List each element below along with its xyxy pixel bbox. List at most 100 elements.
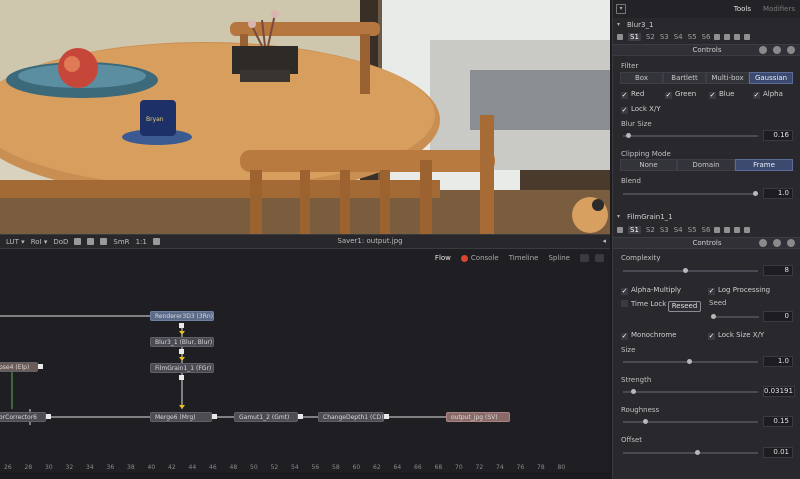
reseed-button[interactable]: Reseed: [668, 301, 701, 312]
gear-icon[interactable]: [773, 46, 781, 54]
size-slider[interactable]: [623, 359, 758, 364]
version-tab[interactable]: S4: [674, 33, 683, 41]
smr-button[interactable]: SmR: [113, 238, 129, 246]
version-tab[interactable]: S5: [688, 226, 697, 234]
output-port[interactable]: [179, 375, 184, 380]
version-tab[interactable]: S3: [660, 226, 669, 234]
ratio-button[interactable]: 1:1: [136, 238, 147, 246]
version-tab[interactable]: S5: [688, 33, 697, 41]
version-tab[interactable]: S2: [646, 226, 655, 234]
wand-icon[interactable]: [787, 239, 795, 247]
offset-slider[interactable]: [623, 450, 758, 455]
blur-section-header[interactable]: ▾ Blur3_1: [613, 19, 800, 31]
grid-icon[interactable]: [100, 238, 108, 245]
color-chip-icon[interactable]: [744, 227, 751, 233]
blur-size-value[interactable]: 0.16: [763, 130, 793, 141]
blend-value[interactable]: 1.0: [763, 188, 793, 199]
tab-modifiers[interactable]: Modifiers: [757, 5, 800, 13]
node-changedepth1[interactable]: ChangeDepth1 (CD): [318, 412, 384, 422]
filter-option[interactable]: Box: [620, 72, 663, 84]
cache-icon[interactable]: [734, 34, 741, 40]
checker-icon[interactable]: [87, 238, 95, 245]
slider-knob[interactable]: [711, 314, 716, 319]
monochrome-checkbox[interactable]: ✓ Monochrome: [621, 331, 676, 340]
green-checkbox[interactable]: ✓ Green: [665, 90, 696, 99]
slider-knob[interactable]: [643, 419, 648, 424]
bars-icon[interactable]: [152, 238, 160, 245]
complexity-slider[interactable]: [623, 268, 758, 273]
slider-knob[interactable]: [695, 450, 700, 455]
strength-value[interactable]: 0.03191: [763, 386, 795, 397]
node-saver[interactable]: output_jpg (SV): [446, 412, 510, 422]
slider-knob[interactable]: [631, 389, 636, 394]
filter-option[interactable]: Multi-box: [706, 72, 749, 84]
lock-size-xy-checkbox[interactable]: ✓ Lock Size X/Y: [708, 331, 764, 340]
version-tab[interactable]: S1: [628, 33, 641, 41]
wand-icon[interactable]: [787, 46, 795, 54]
size-value[interactable]: 1.0: [763, 356, 793, 367]
complexity-value[interactable]: 8: [763, 265, 793, 276]
version-tab[interactable]: S1: [628, 226, 641, 234]
disable-icon[interactable]: [714, 34, 721, 40]
node-gamut1-2[interactable]: Gamut1_2 (Gmt): [234, 412, 298, 422]
version-tab[interactable]: S6: [702, 33, 711, 41]
version-tab[interactable]: S3: [660, 33, 669, 41]
output-port[interactable]: [38, 364, 43, 369]
version-tab[interactable]: S4: [674, 226, 683, 234]
blur-size-slider[interactable]: [623, 133, 758, 138]
node-blur3-1[interactable]: Blur3_1 (Blur, Blur): [150, 337, 214, 347]
cache-icon[interactable]: [734, 227, 741, 233]
output-port[interactable]: [212, 414, 217, 419]
node-ellipse4[interactable]: pse4 (Elp): [0, 362, 38, 372]
alpha-checkbox[interactable]: ✓ Alpha: [753, 90, 783, 99]
blue-checkbox[interactable]: ✓ Blue: [709, 90, 735, 99]
node-filmgrain1-1[interactable]: FilmGrain1_1 (FGr): [150, 363, 214, 373]
filter-option[interactable]: Bartlett: [663, 72, 706, 84]
output-port[interactable]: [298, 414, 303, 419]
lock-xy-checkbox[interactable]: ✓ Lock X/Y: [621, 105, 661, 114]
time-lock-checkbox[interactable]: Time Lock: [621, 300, 666, 308]
lock-icon[interactable]: [724, 227, 731, 233]
pin-icon[interactable]: [617, 34, 623, 40]
roi-dropdown[interactable]: RoI ▾: [31, 238, 48, 246]
blend-slider[interactable]: [623, 191, 758, 196]
color-chip-icon[interactable]: [744, 34, 751, 40]
collapse-arrow-icon[interactable]: ◂: [602, 237, 606, 245]
seed-value[interactable]: 0: [763, 311, 793, 322]
clipping-option[interactable]: Domain: [677, 159, 735, 171]
image-viewer[interactable]: Bryan: [0, 0, 610, 234]
grid-icon[interactable]: [759, 46, 767, 54]
slider-knob[interactable]: [625, 133, 631, 138]
version-tab[interactable]: S6: [702, 226, 711, 234]
output-port[interactable]: [46, 414, 51, 419]
output-port[interactable]: [179, 349, 184, 354]
clipping-option-selected[interactable]: Frame: [735, 159, 793, 171]
gear-icon[interactable]: [773, 239, 781, 247]
roughness-value[interactable]: 0.15: [763, 416, 793, 427]
dod-button[interactable]: DoD: [53, 238, 68, 246]
node-renderer3d3[interactable]: Renderer3D3 (3Rn): [150, 311, 214, 321]
offset-value[interactable]: 0.01: [763, 447, 793, 458]
slider-knob[interactable]: [753, 191, 758, 196]
blur-controls-bar[interactable]: Controls: [613, 44, 800, 56]
filmgrain-section-header[interactable]: ▾ FilmGrain1_1: [613, 211, 800, 223]
strength-slider[interactable]: [623, 389, 758, 394]
tab-tools[interactable]: Tools: [728, 5, 757, 13]
version-tab[interactable]: S2: [646, 33, 655, 41]
panel-menu-icon[interactable]: ▾: [616, 4, 626, 14]
lut-dropdown[interactable]: LUT ▾: [6, 238, 25, 246]
disable-icon[interactable]: [714, 227, 721, 233]
lock-icon[interactable]: [724, 34, 731, 40]
slider-knob[interactable]: [687, 359, 692, 364]
alpha-multiply-checkbox[interactable]: ✓ Alpha-Multiply: [621, 286, 681, 295]
filter-option-selected[interactable]: Gaussian: [749, 72, 793, 84]
grid-icon[interactable]: [759, 239, 767, 247]
clipping-option[interactable]: None: [620, 159, 677, 171]
lock-icon[interactable]: [74, 238, 82, 245]
node-colorcorrector6[interactable]: orCorrector6: [0, 412, 46, 422]
red-checkbox[interactable]: ✓ Red: [621, 90, 644, 99]
pin-icon[interactable]: [617, 227, 623, 233]
roughness-slider[interactable]: [623, 419, 758, 424]
output-port[interactable]: [179, 323, 184, 328]
slider-knob[interactable]: [683, 268, 688, 273]
